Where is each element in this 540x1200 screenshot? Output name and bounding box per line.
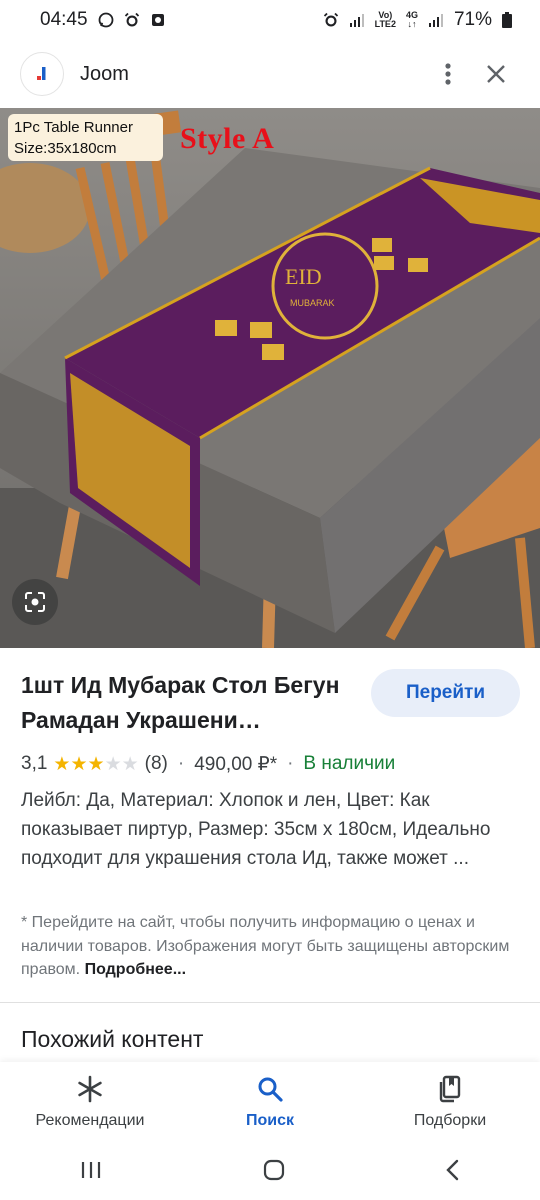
lens-search-icon[interactable] — [12, 579, 58, 625]
star-filled-icon: ★ — [87, 753, 105, 775]
collections-icon — [437, 1074, 463, 1104]
alarm-icon — [124, 12, 139, 27]
more-link[interactable]: Подробнее... — [85, 961, 186, 978]
runner-mubarak-text: MUBARAK — [290, 298, 335, 308]
star-empty-icon: ★ — [121, 753, 139, 775]
divider — [0, 1002, 540, 1003]
product-description: Лейбл: Да, Материал: Хлопок и лен, Цвет:… — [21, 790, 491, 869]
system-nav-bar — [0, 1144, 540, 1200]
nav-item-search[interactable]: Поиск — [180, 1062, 360, 1144]
rating-value: 3,1 — [21, 753, 48, 774]
nav-item-collections[interactable]: Подборки — [360, 1062, 540, 1144]
star-empty-icon: ★ — [104, 753, 122, 775]
size-tag-line1: 1Pc Table Runner — [14, 119, 133, 136]
nav-label: Поиск — [245, 1112, 294, 1129]
alarm-small-icon — [323, 12, 338, 27]
battery-icon — [502, 12, 512, 28]
bottom-nav: Рекомендации Поиск Подборки — [0, 1062, 540, 1144]
joom-logo-icon — [20, 52, 64, 96]
nav-item-recommendations[interactable]: Рекомендации — [0, 1062, 180, 1144]
star-filled-icon: ★ — [70, 753, 88, 775]
separator-dot: · — [177, 753, 185, 774]
size-tag: 1Pc Table Runner Size:35x180cm — [8, 114, 163, 161]
star-filled-icon: ★ — [53, 753, 71, 775]
close-icon[interactable] — [472, 50, 520, 98]
volte-badge: Vo) LTE2 — [374, 10, 396, 29]
status-time: 04:45 — [40, 9, 88, 30]
whatsapp-icon — [98, 12, 113, 28]
stock-status: В наличии — [303, 753, 396, 774]
screenshot-app-icon — [151, 14, 164, 26]
disclaimer: * Перейдите на сайт, чтобы получить инфо… — [21, 911, 526, 982]
recent-apps-icon[interactable] — [79, 1160, 103, 1185]
network-4g-badge: 4G ↓↑ — [405, 10, 418, 29]
separator-dot: · — [287, 753, 294, 774]
rating-stars: ★ ★ ★ ★ ★ — [53, 755, 138, 774]
product-title[interactable]: 1шт Ид Мубарак Стол Бегун Рамадан Украше… — [21, 668, 361, 738]
back-icon[interactable] — [445, 1159, 461, 1186]
go-button[interactable]: Перейти — [371, 669, 520, 717]
battery-percent: 71% — [453, 9, 492, 30]
search-icon — [257, 1074, 283, 1104]
asterisk-icon — [76, 1074, 104, 1104]
signal-2-icon — [428, 14, 443, 27]
product-image[interactable]: EID MUBARAK — [0, 108, 540, 648]
signal-icon — [349, 14, 364, 27]
similar-content-heading: Похожий контент — [21, 1026, 204, 1052]
product-photo: EID MUBARAK — [0, 108, 540, 648]
runner-eid-text: EID — [285, 264, 322, 289]
review-count: (8) — [144, 753, 168, 774]
app-bar: Joom — [0, 40, 540, 108]
price: 490,00 ₽* — [194, 753, 278, 775]
nav-label: Подборки — [413, 1112, 487, 1129]
style-label: Style A — [180, 122, 275, 155]
size-tag-line2: Size:35x180cm — [14, 140, 117, 157]
home-icon[interactable] — [262, 1158, 286, 1187]
status-bar: 04:45 Vo) LTE2 4G ↓↑ 71% — [0, 0, 540, 40]
nav-label: Рекомендации — [35, 1112, 145, 1129]
status-left: 04:45 — [40, 9, 166, 31]
rating-row: 3,1 ★ ★ ★ ★ ★ (8) · 490,00 ₽* · В наличии — [21, 750, 395, 778]
status-right: Vo) LTE2 4G ↓↑ 71% — [323, 9, 512, 31]
app-title: Joom — [80, 62, 129, 85]
more-vert-icon[interactable] — [424, 50, 472, 98]
